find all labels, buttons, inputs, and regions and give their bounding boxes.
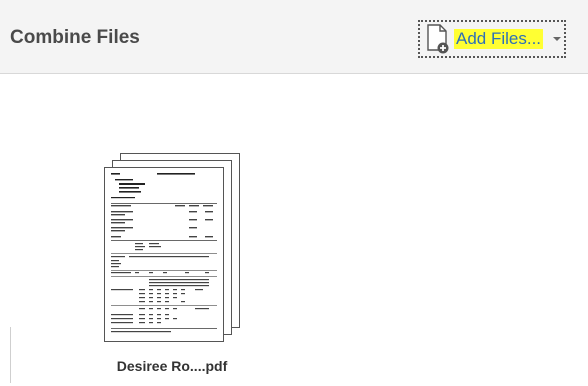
add-files-button[interactable]: Add Files... — [418, 20, 566, 58]
file-name[interactable]: Desiree Ro....pdf — [104, 358, 240, 374]
chevron-down-icon[interactable] — [551, 30, 563, 48]
page-title: Combine Files — [10, 27, 140, 48]
add-file-icon — [427, 24, 449, 54]
file-area: Desiree Ro....pdf — [0, 75, 588, 386]
document-preview-image — [111, 173, 217, 333]
add-files-label: Add Files... — [454, 29, 544, 49]
file-thumbnail[interactable] — [104, 153, 240, 349]
page-front — [104, 167, 224, 342]
header: Combine Files Add Files... — [0, 0, 588, 74]
divider — [10, 327, 11, 383]
